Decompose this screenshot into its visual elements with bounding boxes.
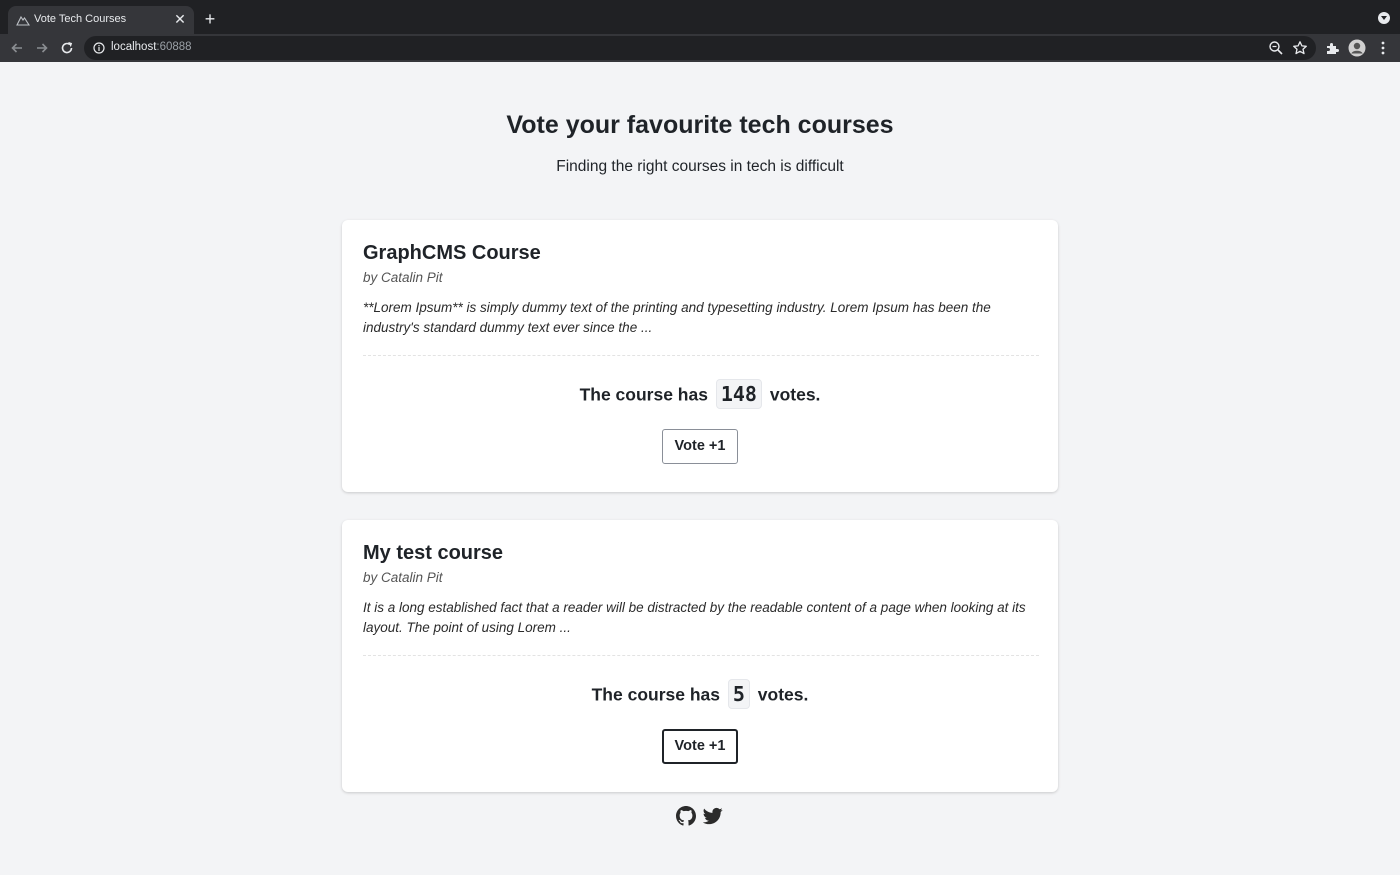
course-description: **Lorem Ipsum** is simply dummy text of … [363, 300, 991, 335]
tab-title: Vote Tech Courses [34, 13, 127, 25]
votes-suffix: votes. [769, 384, 821, 405]
votes-prefix: The course has [579, 384, 708, 405]
plus-icon[interactable]: + [201, 10, 219, 28]
course-card: My test course by Catalin Pit It is a lo… [342, 520, 1058, 792]
url-text: localhost:60888 [111, 41, 192, 53]
close-icon[interactable]: ✕ [172, 11, 188, 27]
course-title: My test course [363, 542, 504, 564]
kebab-menu-icon[interactable] [1373, 38, 1393, 58]
votes-suffix: votes. [757, 684, 809, 705]
reload-icon[interactable] [57, 38, 77, 58]
page-subtitle: Finding the right courses in tech is dif… [556, 158, 844, 175]
extensions-icon[interactable] [1322, 38, 1342, 58]
tab-search-icon[interactable] [1378, 12, 1390, 24]
forward-icon[interactable] [32, 38, 52, 58]
browser-tab[interactable]: Vote Tech Courses ✕ [8, 6, 194, 34]
tab-strip: Vote Tech Courses ✕ + [0, 0, 1400, 34]
vote-button[interactable]: Vote +1 [662, 729, 738, 764]
browser-chrome: Vote Tech Courses ✕ + localhost:60888 [0, 0, 1400, 62]
votes-count: 5 [727, 679, 750, 709]
votes-count: 148 [715, 379, 762, 409]
course-card: GraphCMS Course by Catalin Pit **Lorem I… [342, 220, 1058, 492]
course-description: It is a long established fact that a rea… [363, 600, 1026, 635]
zoom-icon[interactable] [1268, 40, 1284, 56]
course-author: by Catalin Pit [363, 270, 443, 285]
profile-avatar-icon[interactable] [1347, 38, 1367, 58]
card-divider [363, 655, 1039, 656]
back-icon[interactable] [7, 38, 27, 58]
star-icon[interactable] [1292, 40, 1308, 56]
browser-toolbar: localhost:60888 [0, 34, 1400, 62]
course-title: GraphCMS Course [363, 242, 541, 264]
twitter-icon[interactable] [703, 806, 723, 826]
votes-summary: The course has 148 votes. [342, 379, 1058, 411]
card-divider [363, 355, 1039, 356]
votes-prefix: The course has [591, 684, 720, 705]
nuxt-favicon-icon [16, 15, 30, 26]
page-title: Vote your favourite tech courses [506, 111, 894, 139]
vote-button[interactable]: Vote +1 [662, 429, 738, 464]
course-author: by Catalin Pit [363, 570, 443, 585]
info-icon[interactable] [93, 42, 105, 54]
github-icon[interactable] [676, 806, 696, 826]
footer-social-links [676, 806, 724, 826]
votes-summary: The course has 5 votes. [342, 679, 1058, 711]
address-bar[interactable]: localhost:60888 [84, 36, 1316, 60]
